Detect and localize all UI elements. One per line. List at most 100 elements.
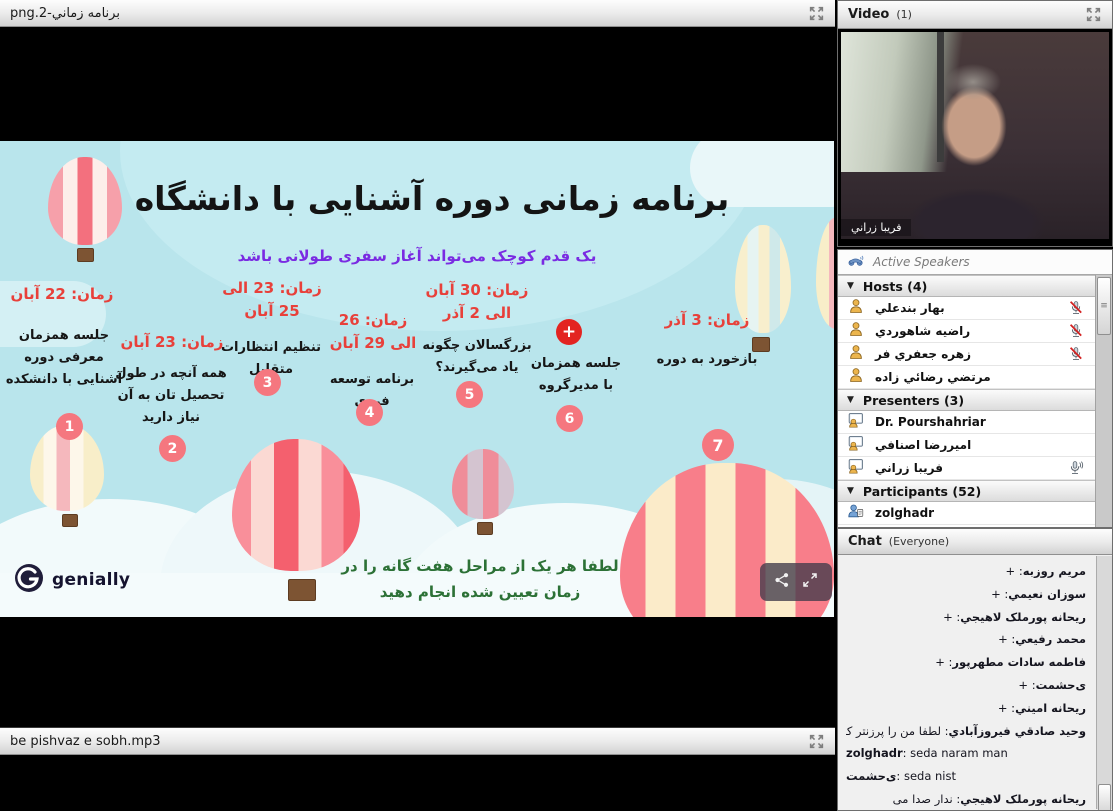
participants-section-header[interactable]: ▼ Participants (52): [838, 480, 1112, 502]
attendee-row[interactable]: فريبا زراني: [838, 457, 1112, 480]
chat-pod: Chat (Everyone) مريم روزبه: + سوزان نعيم…: [837, 528, 1113, 811]
presentation-slide: برنامه زمانی دوره آشنایی با دانشگاه یک ق…: [0, 141, 834, 617]
hot-air-balloon: [232, 439, 360, 571]
attendee-row[interactable]: زهره جعفري فر: [838, 343, 1112, 366]
audio-pod-titlebar: be pishvaz e sobh.mp3: [0, 728, 835, 755]
attendee-row[interactable]: اميررضا اصنافي: [838, 434, 1112, 457]
presenter-icon: [848, 458, 864, 478]
chat-scrollbar-thumb[interactable]: [1098, 784, 1111, 811]
host-icon: [848, 321, 864, 341]
chat-scope: (Everyone): [889, 535, 949, 548]
collapse-triangle-icon[interactable]: ▼: [847, 281, 854, 291]
share-pod-title: برنامه زماني-2.png: [10, 6, 120, 21]
attendee-name: اميررضا اصنافي: [875, 438, 971, 452]
chat-message: ريحانه پورملک لاهيجي: ندار صدا می: [846, 788, 1086, 810]
active-mic-icon: [1068, 460, 1084, 476]
chat-scrollbar[interactable]: [1096, 556, 1112, 809]
chat-message: مريم روزبه: +: [846, 560, 1086, 583]
slide-title: برنامه زمانی دوره آشنایی با دانشگاه: [50, 179, 814, 218]
share-icon[interactable]: [774, 572, 790, 592]
balloon-basket: [62, 514, 78, 527]
collapse-triangle-icon[interactable]: ▼: [847, 486, 854, 496]
hosts-header-label: Hosts (4): [863, 279, 927, 294]
chat-pod-title: Chat: [848, 534, 882, 549]
expand-pod-icon[interactable]: [1085, 6, 1102, 23]
attendee-name: فريبا زراني: [875, 461, 943, 475]
expand-pod-icon[interactable]: [808, 733, 825, 750]
step-number-badge: 1: [56, 413, 83, 440]
chat-message: ريحانه پورملک لاهيجي: +: [846, 606, 1086, 629]
expand-pod-icon[interactable]: [808, 5, 825, 22]
balloon-basket: [477, 522, 493, 535]
share-pod: برنامه زماني-2.png: [0, 0, 835, 725]
chat-message: سوزان نعيمي: +: [846, 583, 1086, 606]
chat-message: ی‌حشمت: seda nist: [846, 765, 1086, 788]
audio-pod-title: be pishvaz e sobh.mp3: [10, 734, 161, 749]
attendee-row[interactable]: zolghadr: [838, 502, 1112, 525]
share-content: برنامه زمانی دوره آشنایی با دانشگاه یک ق…: [0, 27, 835, 725]
muted-mic-icon: [1068, 323, 1084, 339]
attendee-name: zolghadr: [875, 506, 934, 520]
item-time: زمان: 26 الی 29 آبان: [324, 309, 422, 356]
attendee-row[interactable]: Dr. Pourshahriar: [838, 411, 1112, 434]
item-time: زمان: 23 آبان: [118, 331, 226, 354]
genially-brand[interactable]: genially: [14, 563, 130, 597]
participants-header-label: Participants (52): [863, 484, 981, 499]
attendee-row[interactable]: مرتضي رضائي زاده: [838, 366, 1112, 389]
attendees-scrollbar[interactable]: ≡: [1095, 275, 1112, 527]
video-pod-titlebar: Video (1): [838, 1, 1112, 29]
presenter-icon: [848, 412, 864, 432]
adobe-connect-window: برنامه زماني-2.png: [0, 0, 1113, 811]
host-icon: [848, 344, 864, 364]
attendees-scrollbar-thumb[interactable]: ≡: [1097, 277, 1111, 335]
attendees-pod: Active Speakers ▼ Hosts (4) بهار بندعلي …: [837, 249, 1113, 528]
collapse-triangle-icon[interactable]: ▼: [847, 395, 854, 405]
chat-message: ی‌حشمت: +: [846, 674, 1086, 697]
active-speakers-label: Active Speakers: [873, 255, 970, 269]
audio-pod: be pishvaz e sobh.mp3: [0, 727, 835, 811]
step-number-badge: 2: [159, 435, 186, 462]
item-text: جلسه همزمان معرفی دوره آشنایی با دانشکده: [0, 325, 128, 391]
attendee-name: زهره جعفري فر: [875, 347, 971, 361]
chat-message: وحيد صادقي فيروزآبادي: لطفا من را پرزنتر…: [846, 720, 1086, 743]
chat-pod-titlebar: Chat (Everyone): [838, 529, 1112, 555]
attendee-name: Dr. Pourshahriar: [875, 415, 986, 429]
slide-footer-note: لطفا هر یک از مراحل هفت گانه را در زمان …: [330, 553, 630, 606]
share-pod-titlebar: برنامه زماني-2.png: [0, 0, 835, 27]
attendee-name: بهار بندعلي: [875, 301, 945, 315]
step-number-badge: 7: [702, 429, 734, 461]
chat-message: محمد رفيعي: +: [846, 628, 1086, 651]
video-count: (1): [896, 8, 912, 21]
chat-message: zolghadr: seda naram man: [846, 742, 1086, 765]
chat-message: فاطمه سادات مطهرپور: +: [846, 651, 1086, 674]
webcam-feed: فريبا زراني: [841, 32, 1109, 239]
hosts-section-header[interactable]: ▼ Hosts (4): [838, 275, 1112, 297]
step-number-badge: 5: [456, 381, 483, 408]
hot-air-balloon: [816, 217, 834, 329]
attendee-name: راضيه شاهوردي: [875, 324, 970, 338]
hot-air-balloon: [452, 449, 514, 519]
attendee-row[interactable]: بهار بندعلي: [838, 297, 1112, 320]
fullscreen-icon[interactable]: [802, 572, 818, 592]
attendee-name: مرتضي رضائي زاده: [875, 370, 991, 384]
item-time: زمان: 30 آبان الی 2 آذر: [422, 279, 532, 326]
muted-mic-icon: [1068, 346, 1084, 362]
plus-badge: +: [556, 319, 582, 345]
genially-logo-text: genially: [52, 570, 130, 590]
slide-overlay-controls: [760, 563, 832, 601]
telephone-handset-icon: [848, 253, 865, 271]
item-time: زمان: 23 الی 25 آبان: [222, 277, 322, 324]
video-pod-title: Video: [848, 7, 889, 22]
item-text: جلسه همزمان با مدیرگروه: [524, 353, 628, 397]
active-speakers-bar: Active Speakers: [838, 250, 1112, 275]
item-time: زمان: 22 آبان: [4, 283, 120, 306]
step-number-badge: 3: [254, 369, 281, 396]
host-icon: [848, 367, 864, 387]
step-number-badge: 6: [556, 405, 583, 432]
presenter-icon: [848, 435, 864, 455]
video-pod: Video (1) فريبا زراني: [837, 0, 1113, 247]
attendee-row[interactable]: راضيه شاهوردي: [838, 320, 1112, 343]
host-icon: [848, 298, 864, 318]
presenters-section-header[interactable]: ▼ Presenters (3): [838, 389, 1112, 411]
participant-icon: [848, 503, 864, 523]
